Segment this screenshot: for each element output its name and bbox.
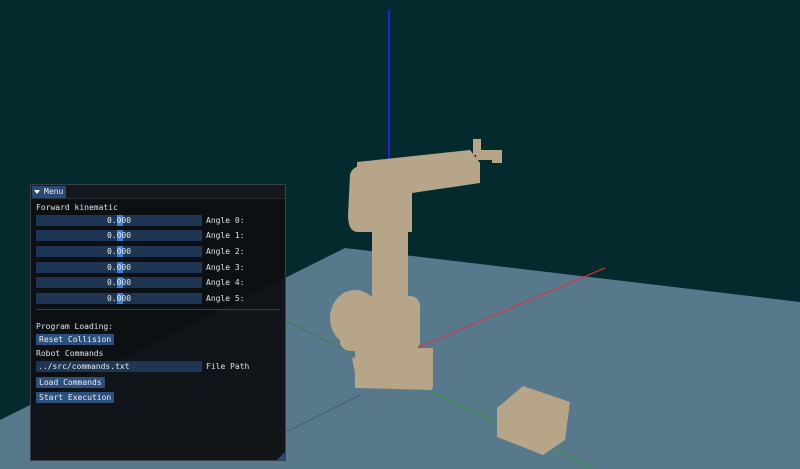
angle-1-label: Angle 1: bbox=[206, 231, 245, 240]
menu-tab[interactable]: Menu bbox=[32, 186, 67, 198]
angle-3-label: Angle 3: bbox=[206, 263, 245, 272]
section-divider bbox=[36, 309, 280, 310]
program-loading-heading: Program Loading: bbox=[36, 322, 114, 331]
angle-0-value: 0.000 bbox=[106, 216, 132, 225]
robot-commands-heading: Robot Commands bbox=[36, 349, 104, 358]
angle-0-slider[interactable]: 0.000 bbox=[36, 215, 202, 226]
angle-0-label: Angle 0: bbox=[206, 216, 245, 225]
collapse-arrow-icon[interactable] bbox=[34, 190, 40, 194]
angle-5-value: 0.000 bbox=[106, 294, 132, 303]
angle-5-slider[interactable]: 0.000 bbox=[36, 293, 202, 304]
angle-2-label: Angle 2: bbox=[206, 247, 245, 256]
angle-1-slider[interactable]: 0.000 bbox=[36, 230, 202, 241]
reset-collision-button[interactable]: Reset Collision bbox=[36, 334, 115, 345]
menu-title-bar[interactable]: Menu bbox=[31, 185, 285, 199]
menu-panel: Menu Forward kinematic 0.000 Angle 0: 0.… bbox=[30, 184, 286, 461]
angle-5-label: Angle 5: bbox=[206, 294, 245, 303]
angle-4-slider[interactable]: 0.000 bbox=[36, 277, 202, 288]
load-commands-button[interactable]: Load Commands bbox=[36, 377, 105, 388]
resize-grip-icon[interactable] bbox=[277, 452, 285, 460]
file-path-input[interactable]: ../src/commands.txt bbox=[36, 361, 202, 372]
forward-kinematic-heading: Forward kinematic bbox=[36, 203, 118, 212]
angle-3-value: 0.000 bbox=[106, 263, 132, 272]
start-execution-button[interactable]: Start Execution bbox=[36, 392, 115, 403]
angle-3-slider[interactable]: 0.000 bbox=[36, 262, 202, 273]
menu-title: Menu bbox=[44, 187, 64, 196]
angle-4-value: 0.000 bbox=[106, 278, 132, 287]
angle-1-value: 0.000 bbox=[106, 231, 132, 240]
angle-4-label: Angle 4: bbox=[206, 278, 245, 287]
file-path-label: File Path bbox=[206, 362, 250, 371]
angle-2-slider[interactable]: 0.000 bbox=[36, 246, 202, 257]
angle-2-value: 0.000 bbox=[106, 247, 132, 256]
